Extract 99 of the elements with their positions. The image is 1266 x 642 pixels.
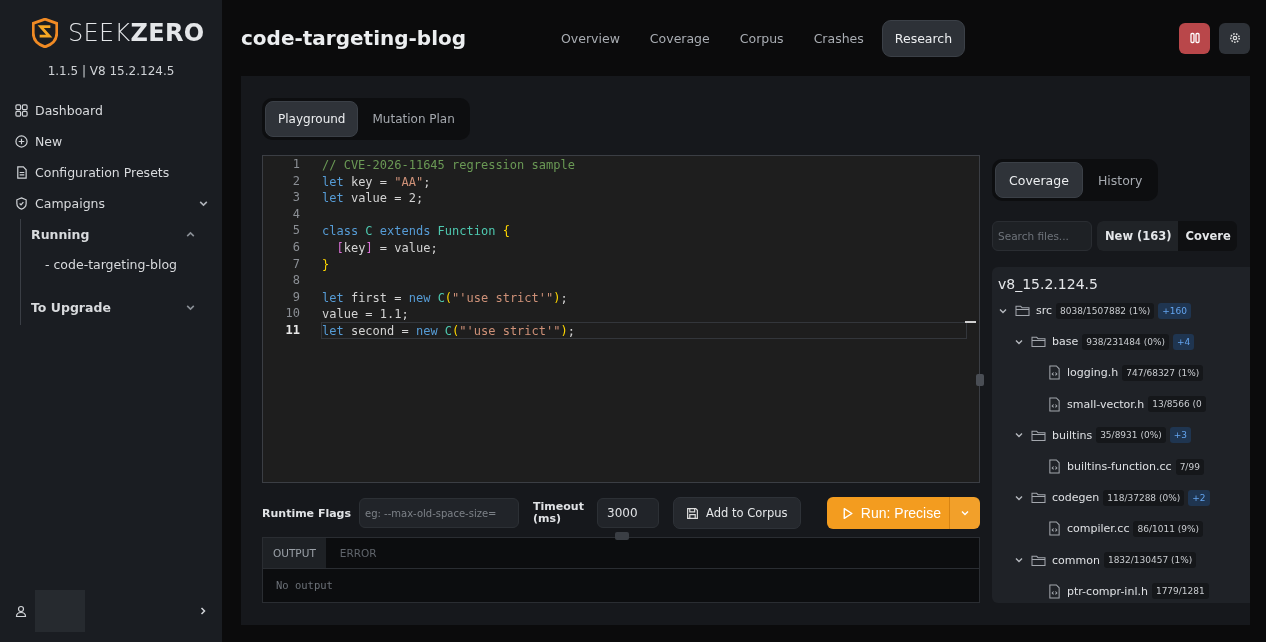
nav-tab[interactable]: Research bbox=[881, 19, 966, 57]
filter-tab[interactable]: Covere bbox=[1177, 221, 1237, 251]
tree-item[interactable]: codegen bbox=[1052, 491, 1100, 505]
nav-item[interactable]: Campaigns bbox=[0, 188, 222, 219]
shield-check-icon bbox=[15, 197, 28, 210]
settings-icon bbox=[1228, 32, 1241, 44]
code-line: let first = new C("'use strict'"); bbox=[321, 289, 569, 306]
tree-item[interactable]: builtins bbox=[1052, 428, 1093, 442]
folder-icon bbox=[1031, 553, 1046, 567]
plus-circle-icon bbox=[15, 135, 28, 148]
folder-icon bbox=[1031, 335, 1046, 349]
line-number: 9 bbox=[291, 288, 300, 306]
brand-name: SEEKZERO bbox=[68, 19, 205, 47]
line-number: 8 bbox=[291, 272, 300, 289]
version-label: 1.1.5 | V8 15.2.124.5 bbox=[46, 64, 176, 78]
tree-item[interactable]: compiler.cc bbox=[1067, 522, 1130, 536]
tree-item[interactable]: small-vector.h bbox=[1067, 397, 1145, 411]
file-code-icon bbox=[1048, 365, 1061, 381]
coverage-count: 13/8566 (0 bbox=[1148, 396, 1206, 413]
pause-button[interactable] bbox=[1179, 22, 1210, 54]
line-number: 4 bbox=[291, 205, 300, 223]
line-number: 2 bbox=[291, 172, 300, 190]
field-label: Runtime Flags bbox=[262, 506, 352, 520]
timeout-input[interactable]: 3000 bbox=[597, 498, 660, 528]
coverage-tab[interactable]: History bbox=[1084, 162, 1156, 198]
resize-handle[interactable] bbox=[976, 374, 984, 386]
sub-tab[interactable]: Playground bbox=[265, 101, 359, 137]
document-icon bbox=[15, 166, 28, 179]
nav-tab[interactable]: Overview bbox=[549, 19, 632, 57]
line-number: 3 bbox=[291, 189, 300, 206]
coverage-count: 747/68327 (1%) bbox=[1122, 364, 1204, 381]
coverage-count: 938/231484 (0%) bbox=[1082, 333, 1169, 350]
delta-badge: +160 bbox=[1158, 302, 1191, 319]
coverage-count: 118/37288 (0%) bbox=[1103, 489, 1185, 506]
add-to-corpus-button[interactable]: Add to Corpus bbox=[673, 497, 801, 529]
group-item[interactable]: To Upgrade bbox=[21, 292, 222, 323]
line-number: 6 bbox=[291, 238, 300, 256]
pause-icon bbox=[1188, 32, 1201, 44]
tree-item[interactable]: src bbox=[1036, 304, 1053, 318]
tree-item[interactable]: common bbox=[1052, 553, 1100, 567]
nav-tab[interactable]: Crashes bbox=[801, 19, 876, 57]
folder-icon bbox=[1015, 304, 1030, 318]
save-icon bbox=[686, 506, 700, 520]
shield-logo-icon bbox=[32, 18, 58, 48]
line-number: 5 bbox=[291, 222, 300, 239]
scrollbar-marker bbox=[965, 321, 976, 323]
code-line: let value = 2; bbox=[321, 190, 425, 206]
coverage-tab[interactable]: Coverage bbox=[995, 162, 1083, 198]
code-line: let key = "AA"; bbox=[321, 173, 432, 190]
tree-item[interactable]: base bbox=[1052, 335, 1079, 349]
campaign-link[interactable]: - code-targeting-blog bbox=[21, 250, 222, 280]
coverage-count: 1779/1281 bbox=[1151, 583, 1209, 600]
code-line: // CVE-2026-11645 regression sample bbox=[321, 157, 576, 173]
user-icon bbox=[15, 605, 27, 617]
code-line: [key] = value; bbox=[335, 239, 439, 256]
coverage-count: 7/99 bbox=[1175, 458, 1204, 475]
flags-input[interactable]: eg: --max-old-space-size= bbox=[359, 498, 520, 528]
grid-icon bbox=[15, 104, 28, 117]
coverage-count: 35/8931 (0%) bbox=[1096, 427, 1166, 444]
nav-tab[interactable]: Coverage bbox=[637, 19, 722, 57]
group-item[interactable]: Running bbox=[21, 219, 222, 250]
nav-item[interactable]: Configuration Presets bbox=[0, 157, 222, 188]
output-text: No output bbox=[275, 578, 334, 591]
delta-badge: +2 bbox=[1188, 489, 1210, 506]
chevron-right-icon[interactable] bbox=[198, 606, 208, 616]
file-code-icon bbox=[1048, 459, 1061, 475]
nav-item[interactable]: New bbox=[0, 126, 222, 157]
settings-button[interactable] bbox=[1219, 22, 1250, 54]
output-tab[interactable]: OUTPUT bbox=[263, 538, 326, 568]
nav-item[interactable]: Dashboard bbox=[0, 95, 222, 126]
filter-tab[interactable]: New (163) bbox=[1097, 221, 1178, 251]
file-code-icon bbox=[1048, 396, 1061, 412]
tree-root-label: v8_15.2.124.5 bbox=[997, 275, 1099, 294]
file-code-icon bbox=[1048, 583, 1061, 599]
code-line: } bbox=[321, 256, 331, 273]
line-number: 10 bbox=[284, 305, 300, 322]
page-title: code-targeting-blog bbox=[241, 26, 468, 50]
line-number: 1 bbox=[291, 156, 300, 173]
caret-icon bbox=[960, 508, 970, 518]
code-line: class C extends Function { bbox=[321, 223, 511, 239]
folder-icon bbox=[1031, 428, 1046, 442]
code-line: value = 1.1; bbox=[321, 306, 410, 322]
tree-item[interactable]: ptr-compr-inl.h bbox=[1067, 584, 1148, 598]
field-label: Timeout (ms) bbox=[533, 501, 585, 525]
nav-tab[interactable]: Corpus bbox=[727, 19, 796, 57]
delta-badge: +3 bbox=[1169, 427, 1191, 444]
sub-tab[interactable]: Mutation Plan bbox=[360, 101, 467, 137]
tree-item[interactable]: builtins-function.cc bbox=[1067, 460, 1172, 474]
file-code-icon bbox=[1048, 521, 1061, 537]
line-number: 11 bbox=[284, 321, 300, 339]
search-field[interactable]: Search files... bbox=[992, 221, 1092, 251]
line-number: 7 bbox=[291, 255, 300, 273]
coverage-count: 1832/130457 (1%) bbox=[1103, 552, 1197, 569]
coverage-count: 86/1011 (9%) bbox=[1133, 520, 1204, 537]
tree-item[interactable]: logging.h bbox=[1067, 366, 1119, 380]
folder-icon bbox=[1031, 491, 1046, 505]
coverage-count: 8038/1507882 (1%) bbox=[1056, 302, 1155, 319]
delta-badge: +4 bbox=[1172, 333, 1195, 350]
drag-handle[interactable] bbox=[615, 532, 629, 540]
